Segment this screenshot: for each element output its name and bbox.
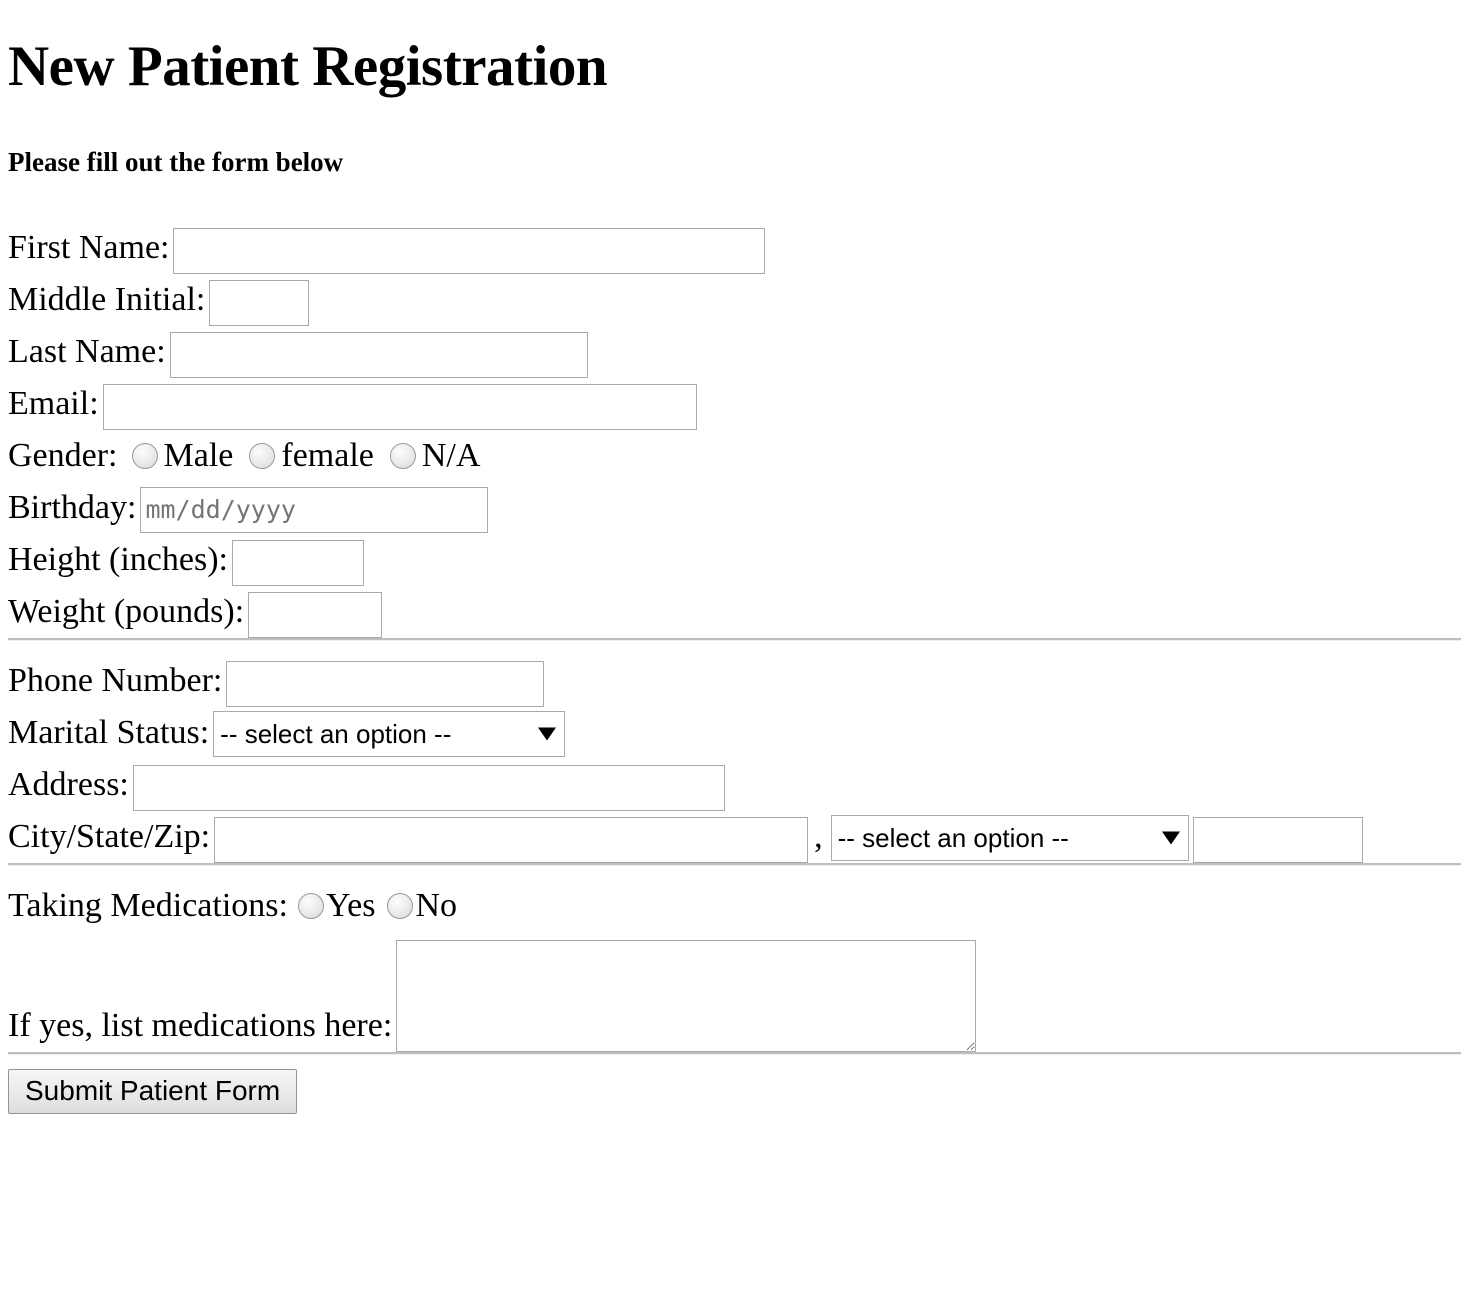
field-row-first-name: First Name: xyxy=(8,222,1461,274)
marital-status-label: Marital Status: xyxy=(8,714,210,751)
field-row-middle-initial: Middle Initial: xyxy=(8,274,1461,326)
gender-option-label-female: female xyxy=(281,437,374,474)
field-row-last-name: Last Name: xyxy=(8,326,1461,378)
taking-medications-radio-no[interactable] xyxy=(387,893,414,919)
taking-medications-label: Taking Medications: xyxy=(8,887,288,924)
field-row-medications-list: If yes, list medications here: xyxy=(8,932,1461,1052)
gender-radio-male[interactable] xyxy=(131,443,158,469)
state-select-wrapper: -- select an option -- xyxy=(827,815,1189,861)
address-input[interactable] xyxy=(132,765,725,811)
state-select[interactable]: -- select an option -- xyxy=(830,815,1189,861)
page-subtitle: Please fill out the form below xyxy=(8,147,344,177)
form-footer: Submit Patient Form xyxy=(8,1055,1461,1115)
field-row-phone: Phone Number: xyxy=(8,655,1461,707)
patient-registration-form: First Name: Middle Initial: Last Name: E… xyxy=(8,178,1461,1115)
medications-list-textarea[interactable] xyxy=(396,940,977,1052)
field-row-height: Height (inches): xyxy=(8,534,1461,586)
gender-radio-na[interactable] xyxy=(389,443,416,469)
last-name-label: Last Name: xyxy=(8,333,166,370)
middle-initial-label: Middle Initial: xyxy=(8,281,206,318)
last-name-input[interactable] xyxy=(169,332,588,378)
first-name-input[interactable] xyxy=(173,228,766,274)
email-input[interactable] xyxy=(102,384,697,430)
marital-status-select[interactable]: -- select an option -- xyxy=(213,711,566,757)
taking-medications-option-label-no: No xyxy=(415,887,457,924)
phone-input[interactable] xyxy=(226,661,545,707)
height-label: Height (inches): xyxy=(8,541,228,578)
patient-registration-page: New Patient Registration Please fill out… xyxy=(0,0,1469,1115)
field-row-email: Email: xyxy=(8,378,1461,430)
birthday-label: Birthday: xyxy=(8,489,137,526)
city-state-separator: , xyxy=(814,818,823,855)
phone-label: Phone Number: xyxy=(8,662,223,699)
page-title: New Patient Registration xyxy=(8,35,608,98)
taking-medications-option-label-yes: Yes xyxy=(325,887,376,924)
email-label: Email: xyxy=(8,385,99,422)
gender-radio-female[interactable] xyxy=(249,443,276,469)
birthday-date-input[interactable] xyxy=(140,486,489,533)
medications-list-label: If yes, list medications here: xyxy=(8,1007,393,1044)
height-input[interactable] xyxy=(232,540,364,586)
address-label: Address: xyxy=(8,766,129,803)
middle-initial-input[interactable] xyxy=(209,280,310,326)
city-state-zip-label: City/State/Zip: xyxy=(8,818,211,855)
first-name-label: First Name: xyxy=(8,229,170,266)
gender-option-label-na: N/A xyxy=(421,437,481,474)
zip-input[interactable] xyxy=(1192,817,1363,863)
field-row-taking-medications: Taking Medications: Yes No xyxy=(8,880,1461,932)
weight-label: Weight (pounds): xyxy=(8,593,245,630)
taking-medications-radio-yes[interactable] xyxy=(297,893,324,919)
submit-patient-form-button[interactable]: Submit Patient Form xyxy=(8,1069,298,1115)
field-row-address: Address: xyxy=(8,759,1461,811)
field-row-city-state-zip: City/State/Zip:, -- select an option -- xyxy=(8,811,1461,863)
city-input[interactable] xyxy=(214,817,809,863)
field-row-marital-status: Marital Status: -- select an option -- xyxy=(8,707,1461,759)
field-row-weight: Weight (pounds): xyxy=(8,586,1461,638)
field-row-birthday: Birthday: xyxy=(8,482,1461,534)
gender-label: Gender: xyxy=(8,437,118,474)
gender-option-label-male: Male xyxy=(163,437,234,474)
field-row-gender: Gender: Male female N/A xyxy=(8,430,1461,482)
weight-input[interactable] xyxy=(248,592,383,638)
marital-status-select-wrapper: -- select an option -- xyxy=(209,711,566,757)
